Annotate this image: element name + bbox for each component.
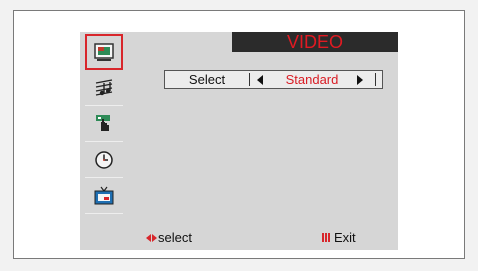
menu-title: VIDEO: [232, 32, 398, 52]
divider: [375, 73, 376, 86]
left-right-arrows-icon: [146, 233, 157, 242]
arrow-right-icon[interactable]: [357, 75, 363, 85]
footer-select-hint: select: [146, 230, 192, 245]
menu-item-timer[interactable]: [85, 142, 123, 178]
osd-panel: [80, 32, 398, 250]
menu-item-channel[interactable]: [85, 106, 123, 142]
menu-item-picture[interactable]: [85, 34, 123, 70]
select-hint-label: select: [158, 230, 192, 245]
setting-value[interactable]: Standard: [271, 71, 353, 88]
menu-item-setup[interactable]: [85, 178, 123, 214]
channel-icon: [96, 114, 110, 131]
divider: [249, 73, 250, 86]
menu-button-icon: [322, 233, 330, 242]
arrow-left-icon[interactable]: [257, 75, 263, 85]
exit-label: Exit: [334, 230, 356, 245]
timer-icon: [95, 150, 113, 169]
picture-icon: [94, 43, 114, 61]
footer-exit-hint[interactable]: Exit: [322, 230, 356, 245]
setting-label: Select: [188, 72, 226, 87]
menu-item-sound[interactable]: [85, 70, 123, 106]
sound-icon: [95, 78, 113, 96]
setup-icon: [94, 186, 114, 204]
picture-mode-row[interactable]: Select Standard: [164, 70, 383, 89]
